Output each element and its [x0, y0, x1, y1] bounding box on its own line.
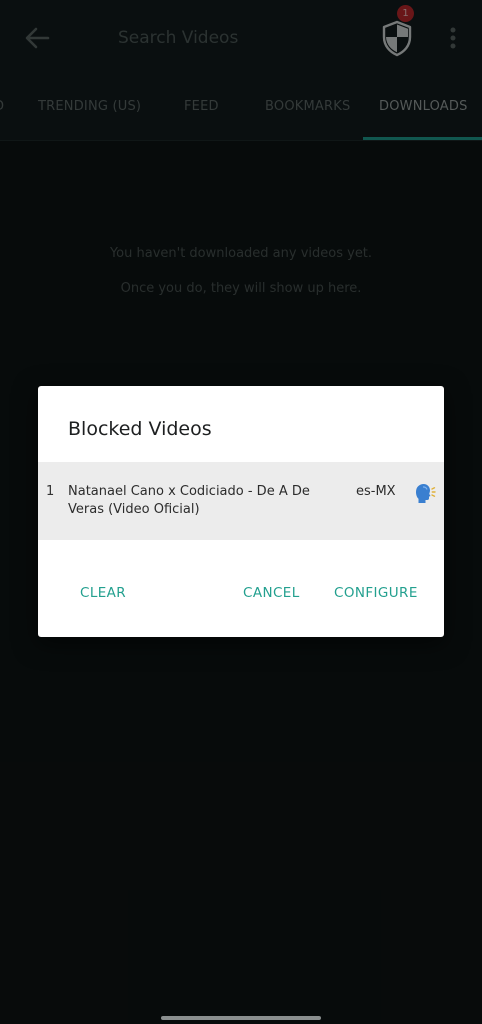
screen: 1 D TRENDING (US) FEED BOOKMARKS DOWNLOA…: [0, 0, 482, 1024]
speaking-head-icon: [416, 484, 436, 503]
item-language: es-MX: [356, 484, 396, 499]
item-title: Natanael Cano x Codiciado - De A De Vera…: [68, 484, 310, 517]
clear-button[interactable]: CLEAR: [80, 585, 126, 601]
blocked-videos-dialog: Blocked Videos 1 Natanael Cano x Codicia…: [38, 386, 444, 637]
configure-button[interactable]: CONFIGURE: [334, 585, 418, 601]
gesture-nav-handle[interactable]: [161, 1016, 321, 1020]
list-item[interactable]: 1 Natanael Cano x Codiciado - De A De Ve…: [38, 462, 444, 540]
item-index: 1: [46, 484, 55, 499]
cancel-button[interactable]: CANCEL: [243, 585, 300, 601]
dialog-title: Blocked Videos: [68, 418, 212, 440]
